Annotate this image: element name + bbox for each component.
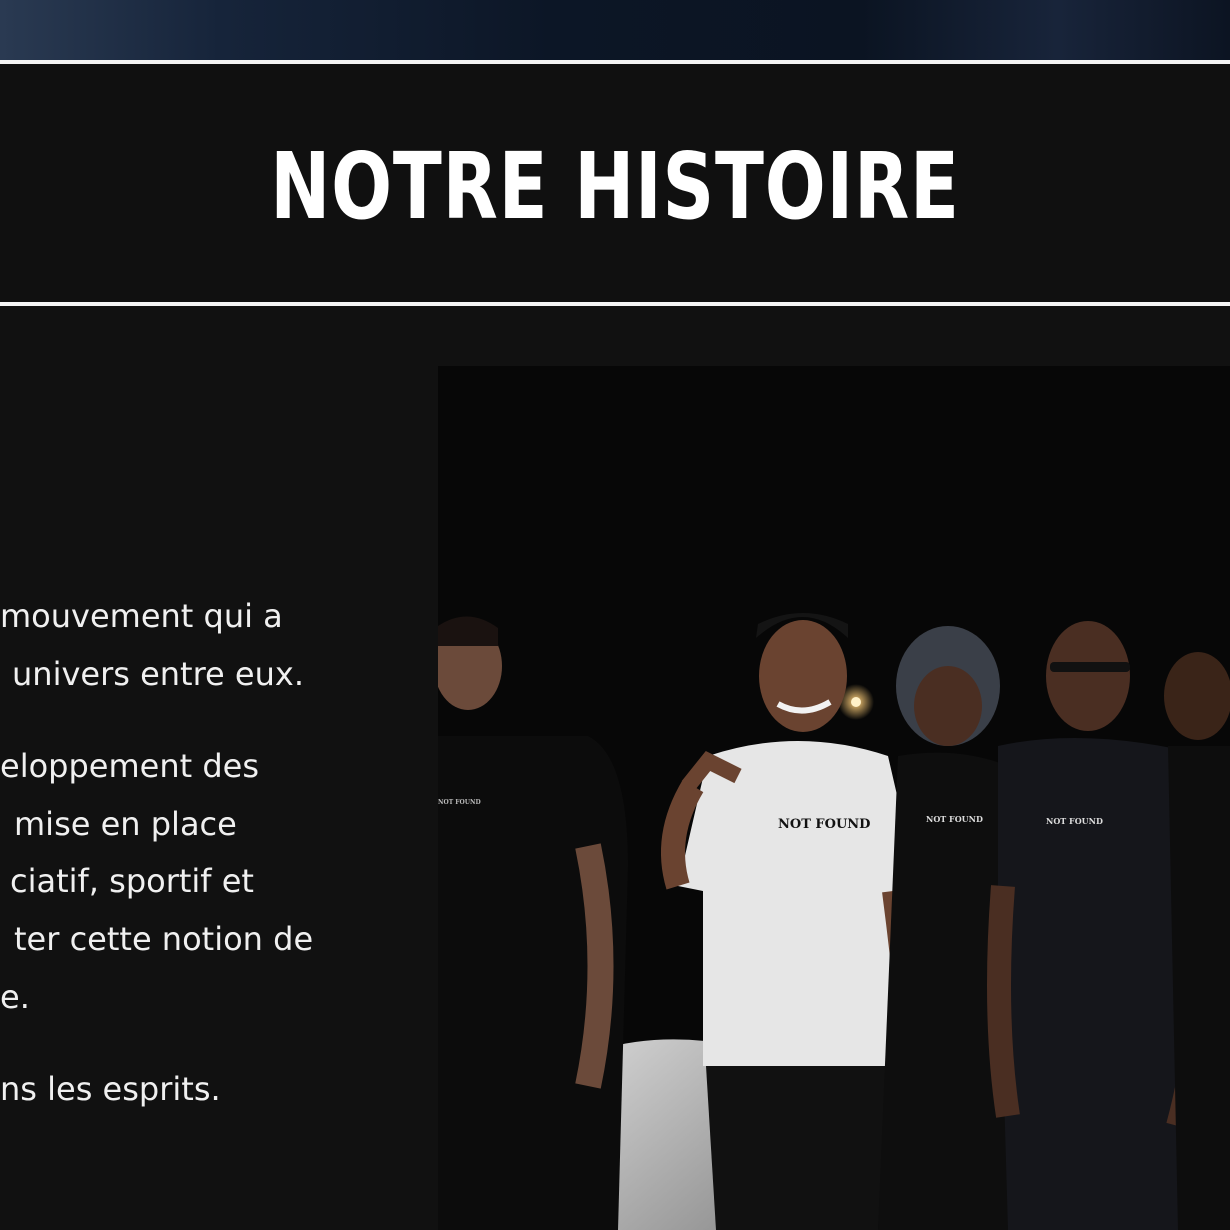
story-line: ciatif, sportif et (10, 862, 254, 901)
page: NOTRE HISTOIRE mouvement qui a univers e… (0, 0, 1230, 1230)
section-title: NOTRE HISTOIRE (270, 133, 960, 240)
top-banner-image (0, 0, 1230, 60)
title-band: NOTRE HISTOIRE (0, 64, 1230, 302)
story-paragraph-1: mouvement qui a univers entre eux. (0, 588, 320, 703)
divider-bottom (0, 302, 1230, 306)
shirt-print-text: NOT FOUND (438, 799, 481, 806)
story-paragraph-3: ns les esprits. (0, 1061, 320, 1119)
shirt-print-text: NOT FOUND (1046, 816, 1103, 826)
story-line: mise en place (14, 804, 237, 843)
story-line: univers entre eux. (12, 654, 304, 693)
story-text: mouvement qui a univers entre eux. elopp… (0, 588, 320, 1154)
story-line: ns les esprits. (0, 1070, 221, 1109)
story-line: eloppement des (0, 747, 259, 786)
story-line: ter cette notion de (14, 919, 314, 958)
shirt-print-text: NOT FOUND (926, 814, 983, 824)
group-photo-illustration: NOT FOUND NOT FOUND NOT FOUND NOT FOUND (438, 366, 1230, 1230)
group-photo: NOT FOUND NOT FOUND NOT FOUND NOT FOUND (438, 366, 1230, 1230)
story-paragraph-2: eloppement des mise en place ciatif, spo… (0, 738, 320, 1026)
shirt-print-text: NOT FOUND (778, 817, 870, 832)
story-line: e. (0, 977, 30, 1016)
story-line: mouvement qui a (0, 597, 283, 635)
